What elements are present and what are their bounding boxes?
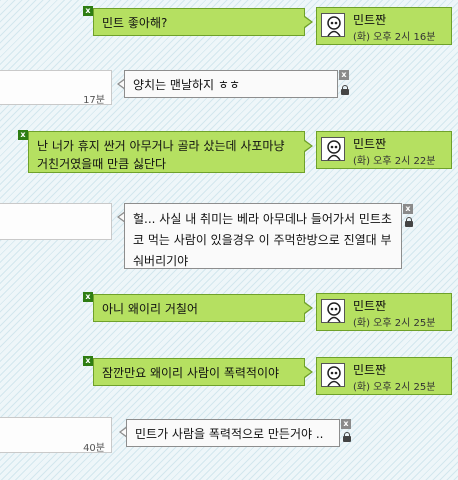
avatar-icon[interactable] [321,363,345,387]
bubble-tail-icon [304,302,313,314]
avatar-icon[interactable] [321,13,345,37]
sender-profile-1: 민트짠 (화) 오후 2시 16분 [316,7,452,45]
bubble-tail-icon [304,16,313,28]
lock-icon [405,217,413,227]
received-panel-7: 40분 [0,417,112,454]
received-message-7: 민트가 사람을 폭력적으로 만든거야 .. [126,419,340,447]
delete-message-5-icon[interactable]: x [83,292,93,302]
message-5-text: 아니 왜이리 거칠어 [102,302,198,316]
avatar-icon[interactable] [321,299,345,323]
sender-name: 민트짠 [353,13,387,27]
sender-profile-6: 민트짠 (화) 오후 2시 25분 [316,357,452,395]
message-1-time: (화) 오후 2시 16분 [353,32,436,43]
sender-name: 민트짠 [353,299,387,313]
avatar-icon[interactable] [321,137,345,161]
received-panel-2: 17분 [0,70,112,106]
received-message-4: 헐... 사실 내 취미는 베라 아무데나 들어가서 민트초코 먹는 사람이 있… [124,203,402,269]
sender-profile-3: 민트짠 (화) 오후 2시 22분 [316,131,452,169]
sender-name: 민트짠 [353,137,387,151]
bubble-tail-icon [304,140,313,152]
message-1-text: 민트 좋아해? [102,16,168,30]
message-4-text: 헐... 사실 내 취미는 베라 아무데나 들어가서 민트초코 먹는 사람이 있… [133,212,392,268]
message-5-time: (화) 오후 2시 25분 [353,318,436,329]
sent-message-1: 민트 좋아해? [93,8,305,36]
message-7-time: 40분 [83,443,105,454]
delete-message-6-icon[interactable]: x [83,356,93,366]
bubble-tail-icon [304,366,313,378]
delete-message-2-icon[interactable]: x [339,70,349,80]
delete-message-7-icon[interactable]: x [341,419,351,429]
lock-icon [341,85,349,95]
sent-message-5: 아니 왜이리 거칠어 [93,294,305,322]
sender-profile-5: 민트짠 (화) 오후 2시 25분 [316,293,452,331]
message-3-time: (화) 오후 2시 22분 [353,156,436,167]
received-panel-4 [0,203,112,240]
delete-message-3-icon[interactable]: x [18,130,28,140]
lock-icon [343,432,351,442]
received-message-2: 양치는 맨날하지 ㅎㅎ [124,70,338,98]
message-6-time: (화) 오후 2시 25분 [353,382,436,393]
sent-message-6: 잠깐만요 왜이리 사람이 폭력적이야 [93,358,305,386]
message-2-time: 17분 [83,95,105,106]
message-6-text: 잠깐만요 왜이리 사람이 폭력적이야 [102,366,280,380]
message-3-text: 난 너가 휴지 싼거 아무거나 골라 샀는데 사포마냥 거친거였을때 만큼 싫단… [37,139,285,171]
delete-message-4-icon[interactable]: x [403,204,413,214]
sent-message-3: 난 너가 휴지 싼거 아무거나 골라 샀는데 사포마냥 거친거였을때 만큼 싫단… [28,131,305,173]
sender-name: 민트짠 [353,363,387,377]
delete-message-1-icon[interactable]: x [83,6,93,16]
message-7-text: 민트가 사람을 폭력적으로 만든거야 .. [135,427,324,441]
message-2-text: 양치는 맨날하지 ㅎㅎ [133,78,240,92]
